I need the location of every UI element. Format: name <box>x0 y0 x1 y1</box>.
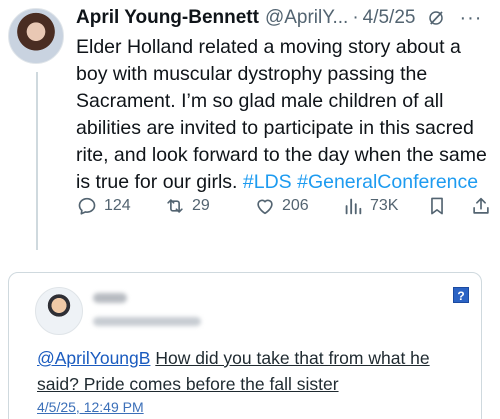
separator: · <box>352 7 359 28</box>
action-bar: 124 29 206 73K <box>76 192 496 220</box>
views-button[interactable]: 73K <box>342 195 398 217</box>
more-options-icon[interactable]: ··· <box>459 8 482 28</box>
help-icon[interactable]: ? <box>453 287 469 303</box>
reply-timestamp[interactable]: 4/5/25, 12:49 PM <box>37 399 144 415</box>
reply-text: @AprilYoungB How did you take that from … <box>37 345 467 397</box>
analytics-icon <box>345 198 362 215</box>
repost-button[interactable]: 29 <box>164 195 210 217</box>
redacted-handle <box>93 317 201 326</box>
reply-avatar[interactable] <box>35 287 83 335</box>
reply-count: 124 <box>104 197 131 214</box>
share-icon <box>473 197 489 214</box>
reply-card: ? @AprilYoungB How did you take that fro… <box>8 272 482 419</box>
author-handle[interactable]: @AprilY... <box>265 7 348 29</box>
grok-icon[interactable] <box>427 9 445 27</box>
post-date[interactable]: 4/5/25 <box>363 7 416 29</box>
repost-count: 29 <box>192 197 210 214</box>
author-avatar[interactable] <box>8 8 64 64</box>
reply-icon <box>78 197 96 215</box>
hashtag-lds[interactable]: #LDS <box>243 171 292 193</box>
view-count: 73K <box>370 197 399 214</box>
post-text: Elder Holland related a moving story abo… <box>76 36 487 193</box>
redacted-name <box>93 293 127 303</box>
heart-icon <box>257 199 273 215</box>
reply-button[interactable]: 124 <box>76 195 131 217</box>
post: April Young-Bennett @AprilY... · 4/5/25 … <box>0 0 500 262</box>
thread-line <box>36 72 38 250</box>
bookmark-icon <box>431 197 443 215</box>
hashtag-general-conference[interactable]: #GeneralConference <box>297 171 478 193</box>
repost-icon <box>167 199 183 213</box>
post-header: April Young-Bennett @AprilY... · 4/5/25 … <box>76 6 482 30</box>
post-body: Elder Holland related a moving story abo… <box>76 34 494 196</box>
like-button[interactable]: 206 <box>254 195 309 217</box>
author-name[interactable]: April Young-Bennett <box>76 7 259 29</box>
share-button[interactable] <box>470 195 492 217</box>
like-count: 206 <box>282 197 309 214</box>
reply-mention[interactable]: @AprilYoungB <box>37 348 150 368</box>
bookmark-button[interactable] <box>426 195 448 217</box>
